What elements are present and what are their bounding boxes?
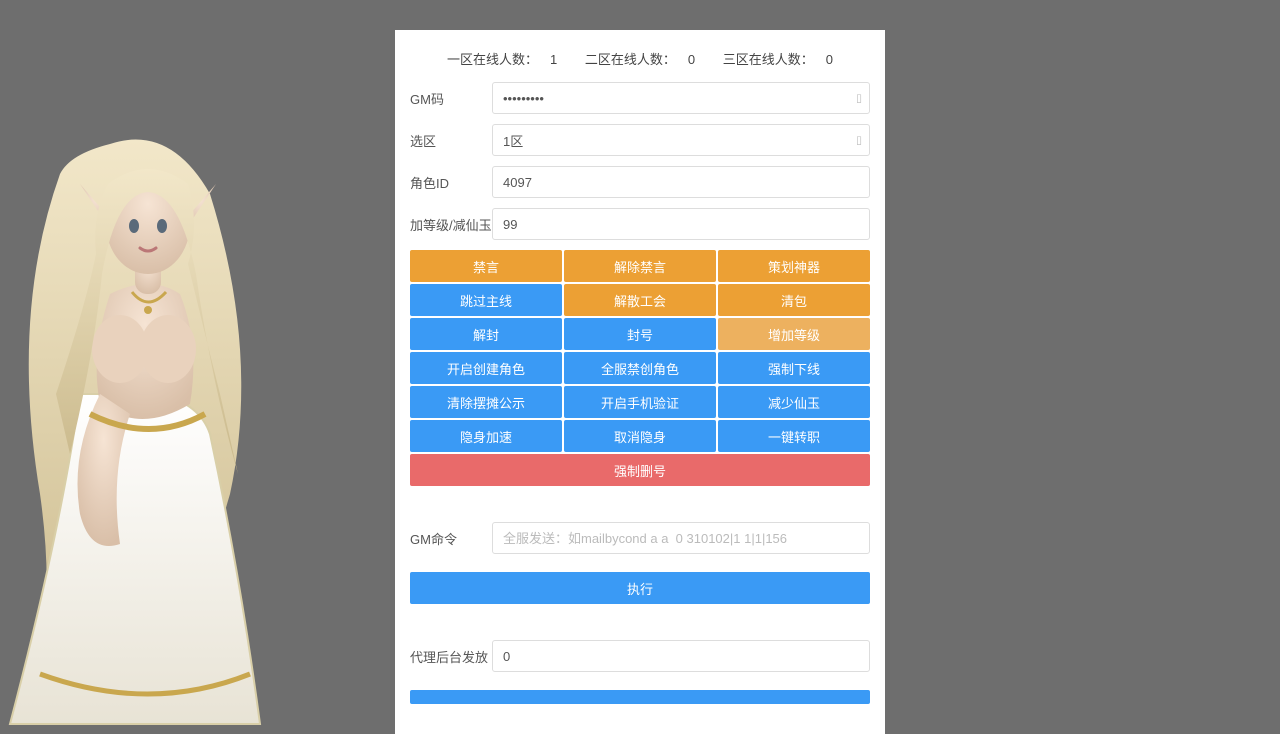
gm-code-label: GM码	[410, 89, 492, 108]
stealth-speed-button[interactable]: 隐身加速	[410, 420, 562, 452]
agent-send-input[interactable]	[492, 640, 870, 672]
agent-bottom-button[interactable]	[410, 690, 870, 704]
role-id-input[interactable]	[492, 166, 870, 198]
zone2-online: 二区在线人数：0	[579, 52, 701, 67]
unmute-button[interactable]: 解除禁言	[564, 250, 716, 282]
mute-button[interactable]: 禁言	[410, 250, 562, 282]
ban-button[interactable]: 封号	[564, 318, 716, 350]
gm-cmd-label: GM命令	[410, 529, 492, 548]
zone3-online: 三区在线人数：0	[717, 52, 839, 67]
clear-bag-button[interactable]: 清包	[718, 284, 870, 316]
planner-tool-button[interactable]: 策划神器	[718, 250, 870, 282]
zone1-online: 一区在线人数：1	[441, 52, 563, 67]
action-buttons: 禁言 解除禁言 策划神器 跳过主线 解散工会 清包 解封 封号 增加等级 开启创…	[410, 250, 870, 486]
enable-phone-verify-button[interactable]: 开启手机验证	[564, 386, 716, 418]
clear-stall-notice-button[interactable]: 清除摆摊公示	[410, 386, 562, 418]
agent-send-label: 代理后台发放	[410, 647, 492, 666]
gm-code-input[interactable]	[492, 82, 870, 114]
enable-create-role-button[interactable]: 开启创建角色	[410, 352, 562, 384]
cancel-stealth-button[interactable]: 取消隐身	[564, 420, 716, 452]
one-key-reclass-button[interactable]: 一键转职	[718, 420, 870, 452]
disable-create-role-button[interactable]: 全服禁创角色	[564, 352, 716, 384]
reduce-xianyu-button[interactable]: 减少仙玉	[718, 386, 870, 418]
online-counts: 一区在线人数：1 二区在线人数：0 三区在线人数：0	[410, 45, 870, 82]
disband-guild-button[interactable]: 解散工会	[564, 284, 716, 316]
force-delete-account-button[interactable]: 强制删号	[410, 454, 870, 486]
execute-button[interactable]: 执行	[410, 572, 870, 604]
character-illustration	[0, 114, 330, 734]
add-level-button[interactable]: 增加等级	[718, 318, 870, 350]
gm-cmd-input[interactable]	[492, 522, 870, 554]
force-offline-button[interactable]: 强制下线	[718, 352, 870, 384]
zone-select[interactable]	[492, 124, 870, 156]
skip-main-button[interactable]: 跳过主线	[410, 284, 562, 316]
role-id-label: 角色ID	[410, 173, 492, 192]
level-input[interactable]	[492, 208, 870, 240]
level-label: 加等级/减仙玉	[410, 215, 492, 234]
admin-panel: 一区在线人数：1 二区在线人数：0 三区在线人数：0 GM码 ▯ 选区 ▯ 角色…	[395, 30, 885, 734]
unban-button[interactable]: 解封	[410, 318, 562, 350]
zone-label: 选区	[410, 131, 492, 150]
